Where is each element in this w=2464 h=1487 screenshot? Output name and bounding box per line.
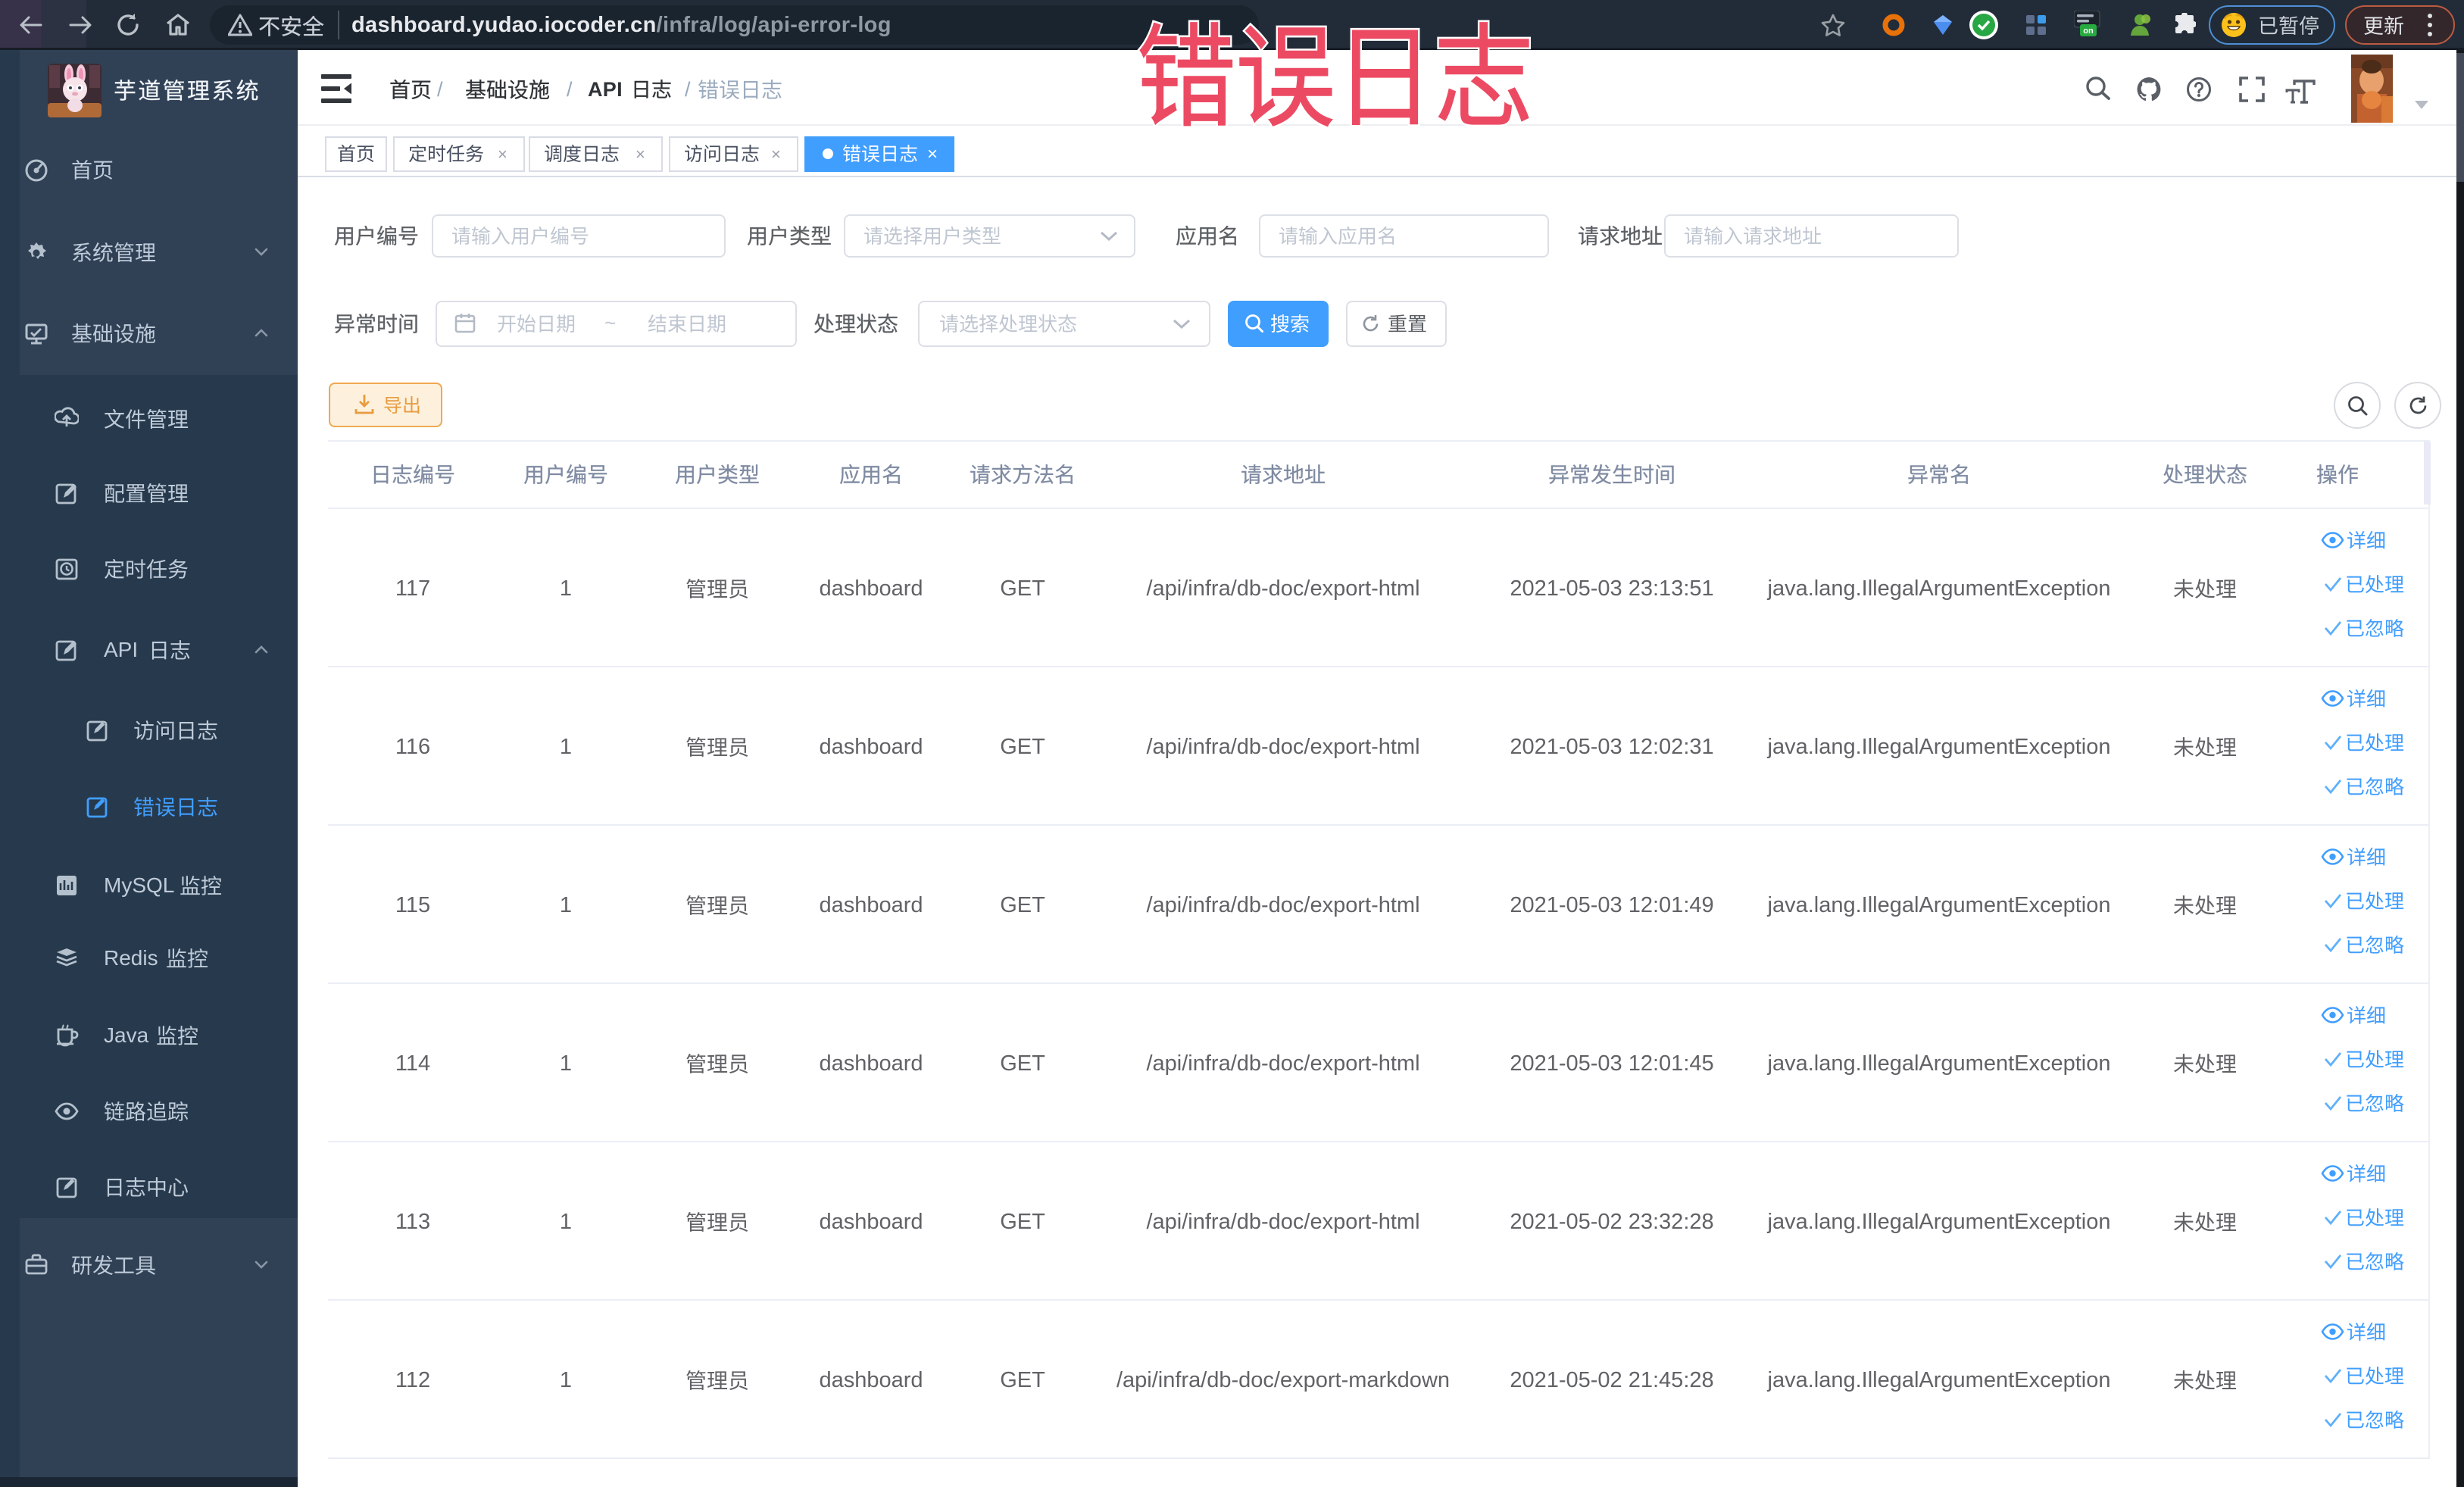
svg-text:on: on <box>2083 27 2094 36</box>
